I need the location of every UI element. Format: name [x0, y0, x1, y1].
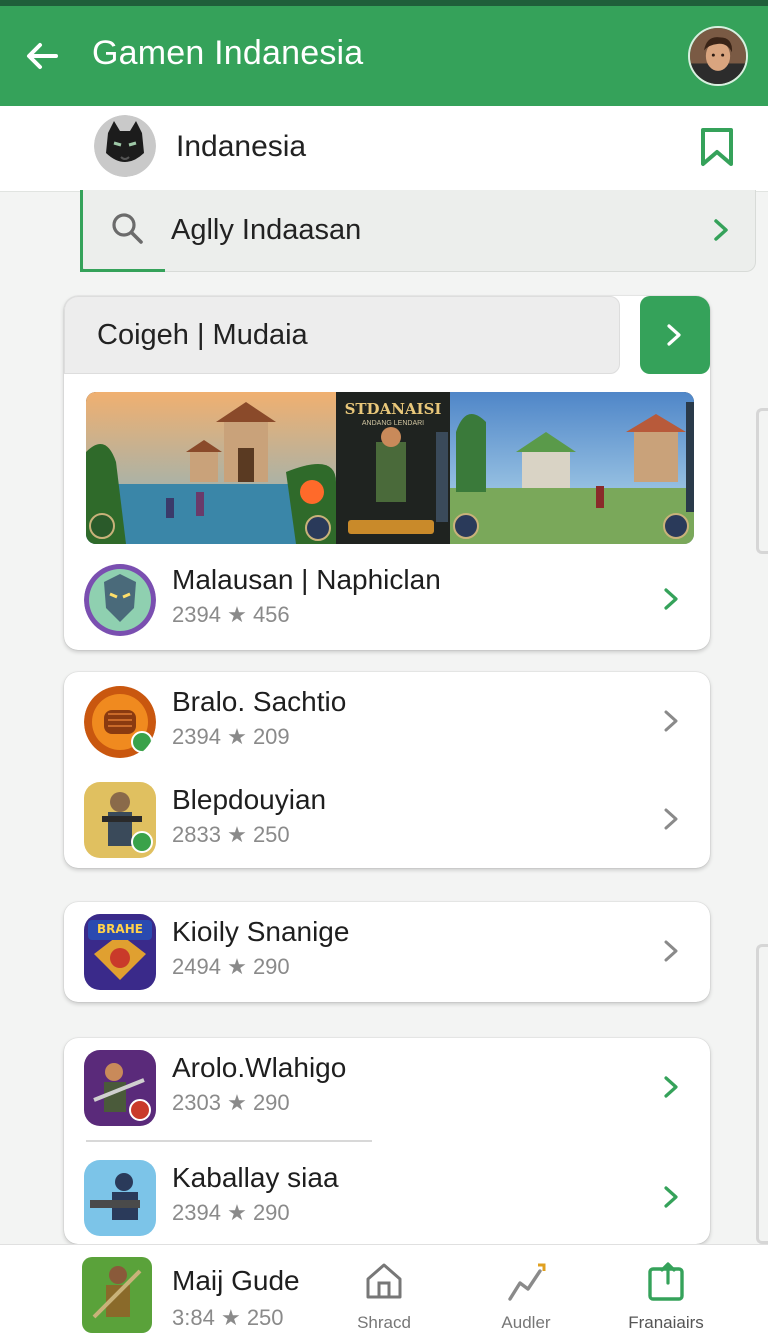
star-icon: ★ — [227, 954, 247, 979]
game-row[interactable]: Kaballay siaa 2394 ★ 290 — [64, 1148, 710, 1246]
game-meta: 2394 ★ 456 — [172, 602, 290, 628]
row-divider — [86, 1140, 372, 1142]
search-accent — [80, 190, 83, 272]
share-icon — [648, 1262, 684, 1301]
star-icon: ★ — [220, 1305, 241, 1330]
meta-count: 3:84 — [172, 1305, 215, 1330]
banner-title: STDANAISI — [344, 400, 442, 418]
meta-count: 2394 — [172, 602, 221, 627]
nav-label: Audler — [501, 1313, 551, 1332]
game-row[interactable]: BRAHE Kioily Snanige 2494 ★ 290 — [64, 902, 710, 1000]
nav-label: Franaiairs — [628, 1313, 704, 1332]
game-banner[interactable]: STDANAISI ANDANG LENDARI — [86, 392, 694, 544]
star-icon: ★ — [227, 1090, 247, 1115]
meta-count: 2394 — [172, 1200, 221, 1225]
search-input[interactable]: Aglly Indaasan — [171, 214, 361, 247]
banner-subtitle: ANDANG LENDARI — [361, 420, 425, 427]
bookmark-icon[interactable] — [698, 126, 736, 168]
fist-game-icon — [84, 684, 156, 760]
nav-analytics[interactable]: Audler — [466, 1259, 586, 1339]
game-title: Bralo. Sachtio — [172, 686, 347, 717]
game-meta: 2394 ★ 290 — [172, 1200, 290, 1226]
bottom-bar: Maij Gude 3:84 ★ 250 Shracd Audler Frana… — [0, 1244, 768, 1344]
chevron-right-icon[interactable] — [662, 938, 680, 964]
game-meta: 2833 ★ 250 — [172, 822, 290, 848]
game-title: Kaballay siaa — [172, 1162, 339, 1193]
game-title: Kioily Snanige — [172, 916, 350, 947]
games-card: Bralo. Sachtio 2394 ★ 209 Blepdouyian 28… — [64, 672, 710, 868]
meta-count: 2494 — [172, 954, 221, 979]
meta-count: 2394 — [172, 724, 221, 749]
scrollbar[interactable] — [756, 944, 768, 1244]
star-icon: ★ — [227, 1200, 247, 1225]
meta-rating: 250 — [246, 1305, 284, 1330]
section-title: Coigeh | Mudaia — [97, 319, 308, 351]
user-avatar[interactable] — [688, 26, 748, 86]
chevron-right-icon[interactable] — [709, 216, 733, 244]
featured-game-icon — [82, 1257, 152, 1333]
chevron-right-icon[interactable] — [662, 708, 680, 734]
games-card: BRAHE Kioily Snanige 2494 ★ 290 — [64, 902, 710, 1002]
game-row[interactable]: Malausan | Naphiclan 2394 ★ 456 — [64, 550, 710, 648]
featured-game-title: Maij Gude — [172, 1265, 300, 1296]
search-bar[interactable]: Aglly Indaasan — [80, 190, 756, 272]
profile-row: Indanesia — [0, 106, 768, 192]
profile-name: Indanesia — [176, 130, 307, 163]
meta-rating: 456 — [252, 602, 290, 627]
featured-game-meta: 3:84 ★ 250 — [172, 1305, 284, 1331]
masked-hero-game-icon — [84, 562, 156, 638]
meta-rating: 290 — [252, 1090, 290, 1115]
app-bar: Gamen Indanesia — [0, 6, 768, 106]
game-meta: 2394 ★ 209 — [172, 724, 290, 750]
home-icon — [366, 1263, 402, 1299]
featured-card: Coigeh | Mudaia STDANAISI ANDANG LENDARI… — [64, 296, 710, 650]
meta-rating: 209 — [252, 724, 290, 749]
chevron-right-icon[interactable] — [662, 1184, 680, 1210]
star-icon: ★ — [227, 822, 247, 847]
panther-avatar[interactable] — [94, 115, 156, 177]
brawl-game-icon: BRAHE — [84, 914, 156, 990]
search-icon — [112, 213, 143, 244]
game-meta: 2494 ★ 290 — [172, 954, 290, 980]
nav-label: Shracd — [357, 1313, 411, 1332]
chevron-right-icon[interactable] — [662, 586, 680, 612]
game-row[interactable]: Blepdouyian 2833 ★ 250 — [64, 770, 710, 868]
soldier-game-icon — [84, 782, 156, 858]
meta-count: 2303 — [172, 1090, 221, 1115]
game-row[interactable]: Arolo.Wlahigo 2303 ★ 290 — [64, 1038, 710, 1136]
app-title: Gamen Indanesia — [92, 34, 364, 72]
featured-game[interactable]: Maij Gude 3:84 ★ 250 — [0, 1245, 340, 1344]
games-card: Arolo.Wlahigo 2303 ★ 290 Kaballay siaa 2… — [64, 1038, 710, 1244]
chevron-right-icon[interactable] — [662, 806, 680, 832]
section-header: Coigeh | Mudaia — [64, 296, 620, 374]
meta-rating: 250 — [252, 822, 290, 847]
back-arrow-icon[interactable] — [22, 36, 62, 76]
nav-share[interactable]: Franaiairs — [606, 1259, 726, 1339]
game-title: Arolo.Wlahigo — [172, 1052, 347, 1083]
section-next-button[interactable] — [640, 296, 710, 374]
analytics-icon — [508, 1263, 546, 1301]
icon-text: BRAHE — [97, 922, 143, 936]
game-meta: 2303 ★ 290 — [172, 1090, 290, 1116]
game-title: Blepdouyian — [172, 784, 327, 815]
nav-home[interactable]: Shracd — [324, 1259, 444, 1339]
star-icon: ★ — [227, 724, 247, 749]
meta-count: 2833 — [172, 822, 221, 847]
game-title: Malausan | Naphiclan — [172, 564, 441, 595]
star-icon: ★ — [227, 602, 247, 627]
chevron-right-icon — [667, 324, 681, 346]
warrior-game-icon — [84, 1050, 156, 1126]
meta-rating: 290 — [252, 1200, 290, 1225]
game-row[interactable]: Bralo. Sachtio 2394 ★ 209 — [64, 672, 710, 770]
scrollbar[interactable] — [756, 408, 768, 554]
gunner-game-icon — [84, 1160, 156, 1236]
meta-rating: 290 — [252, 954, 290, 979]
search-accent-underline — [81, 269, 165, 272]
chevron-right-icon[interactable] — [662, 1074, 680, 1100]
